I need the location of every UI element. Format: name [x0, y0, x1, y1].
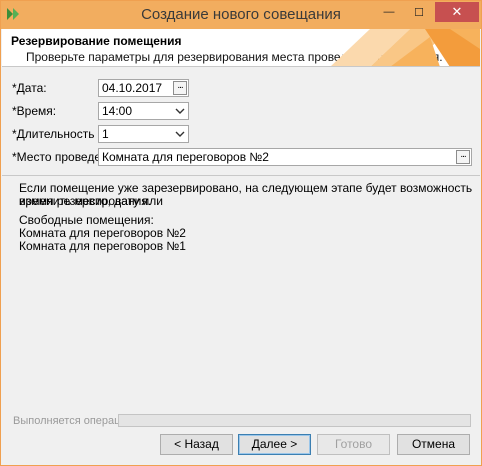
- finish-button[interactable]: Готово: [317, 434, 390, 455]
- notice-text-line2: время резервирования.: [19, 194, 152, 208]
- header-banner: Резервирование помещения Проверьте парам…: [2, 29, 480, 67]
- progress-bar: [118, 414, 471, 427]
- wizard-window: Создание нового совещания — ☐ ✕ Резервир…: [0, 0, 482, 466]
- place-value: Комната для переговоров №2: [102, 150, 269, 164]
- time-label: *Время:: [12, 104, 57, 118]
- close-button[interactable]: ✕: [435, 2, 479, 22]
- info-panel: Если помещение уже зарезервировано, на с…: [2, 175, 480, 405]
- cancel-button[interactable]: Отмена: [397, 434, 470, 455]
- time-value: 14:00: [102, 104, 133, 118]
- date-label: *Дата:: [12, 81, 47, 95]
- chevron-down-icon: [175, 131, 185, 137]
- duration-value: 1: [102, 127, 109, 141]
- minimize-icon: —: [383, 6, 395, 18]
- duration-select[interactable]: 1: [98, 125, 189, 143]
- time-select[interactable]: 14:00: [98, 102, 189, 120]
- close-icon: ✕: [451, 4, 463, 19]
- maximize-button[interactable]: ☐: [405, 2, 433, 22]
- next-button[interactable]: Далее >: [238, 434, 311, 455]
- title-bar[interactable]: Создание нового совещания — ☐ ✕: [1, 1, 481, 29]
- page-title: Резервирование помещения: [11, 34, 182, 48]
- chevron-down-icon: [175, 108, 185, 114]
- free-room-item: Комната для переговоров №1: [19, 239, 186, 253]
- banner-decoration-icon: [331, 29, 480, 66]
- back-button[interactable]: < Назад: [160, 434, 233, 455]
- maximize-icon: ☐: [414, 6, 424, 19]
- place-field[interactable]: Комната для переговоров №2 ...: [98, 148, 472, 166]
- status-label: Выполняется операция: [13, 415, 133, 427]
- date-picker-button[interactable]: ...: [173, 81, 187, 95]
- date-field[interactable]: 04.10.2017 ...: [98, 79, 189, 97]
- reservation-form: *Дата: 04.10.2017 ... *Время: 14:00 *Дли…: [2, 67, 480, 175]
- minimize-button[interactable]: —: [375, 2, 403, 22]
- date-value: 04.10.2017: [102, 81, 163, 95]
- place-picker-button[interactable]: ...: [456, 150, 470, 164]
